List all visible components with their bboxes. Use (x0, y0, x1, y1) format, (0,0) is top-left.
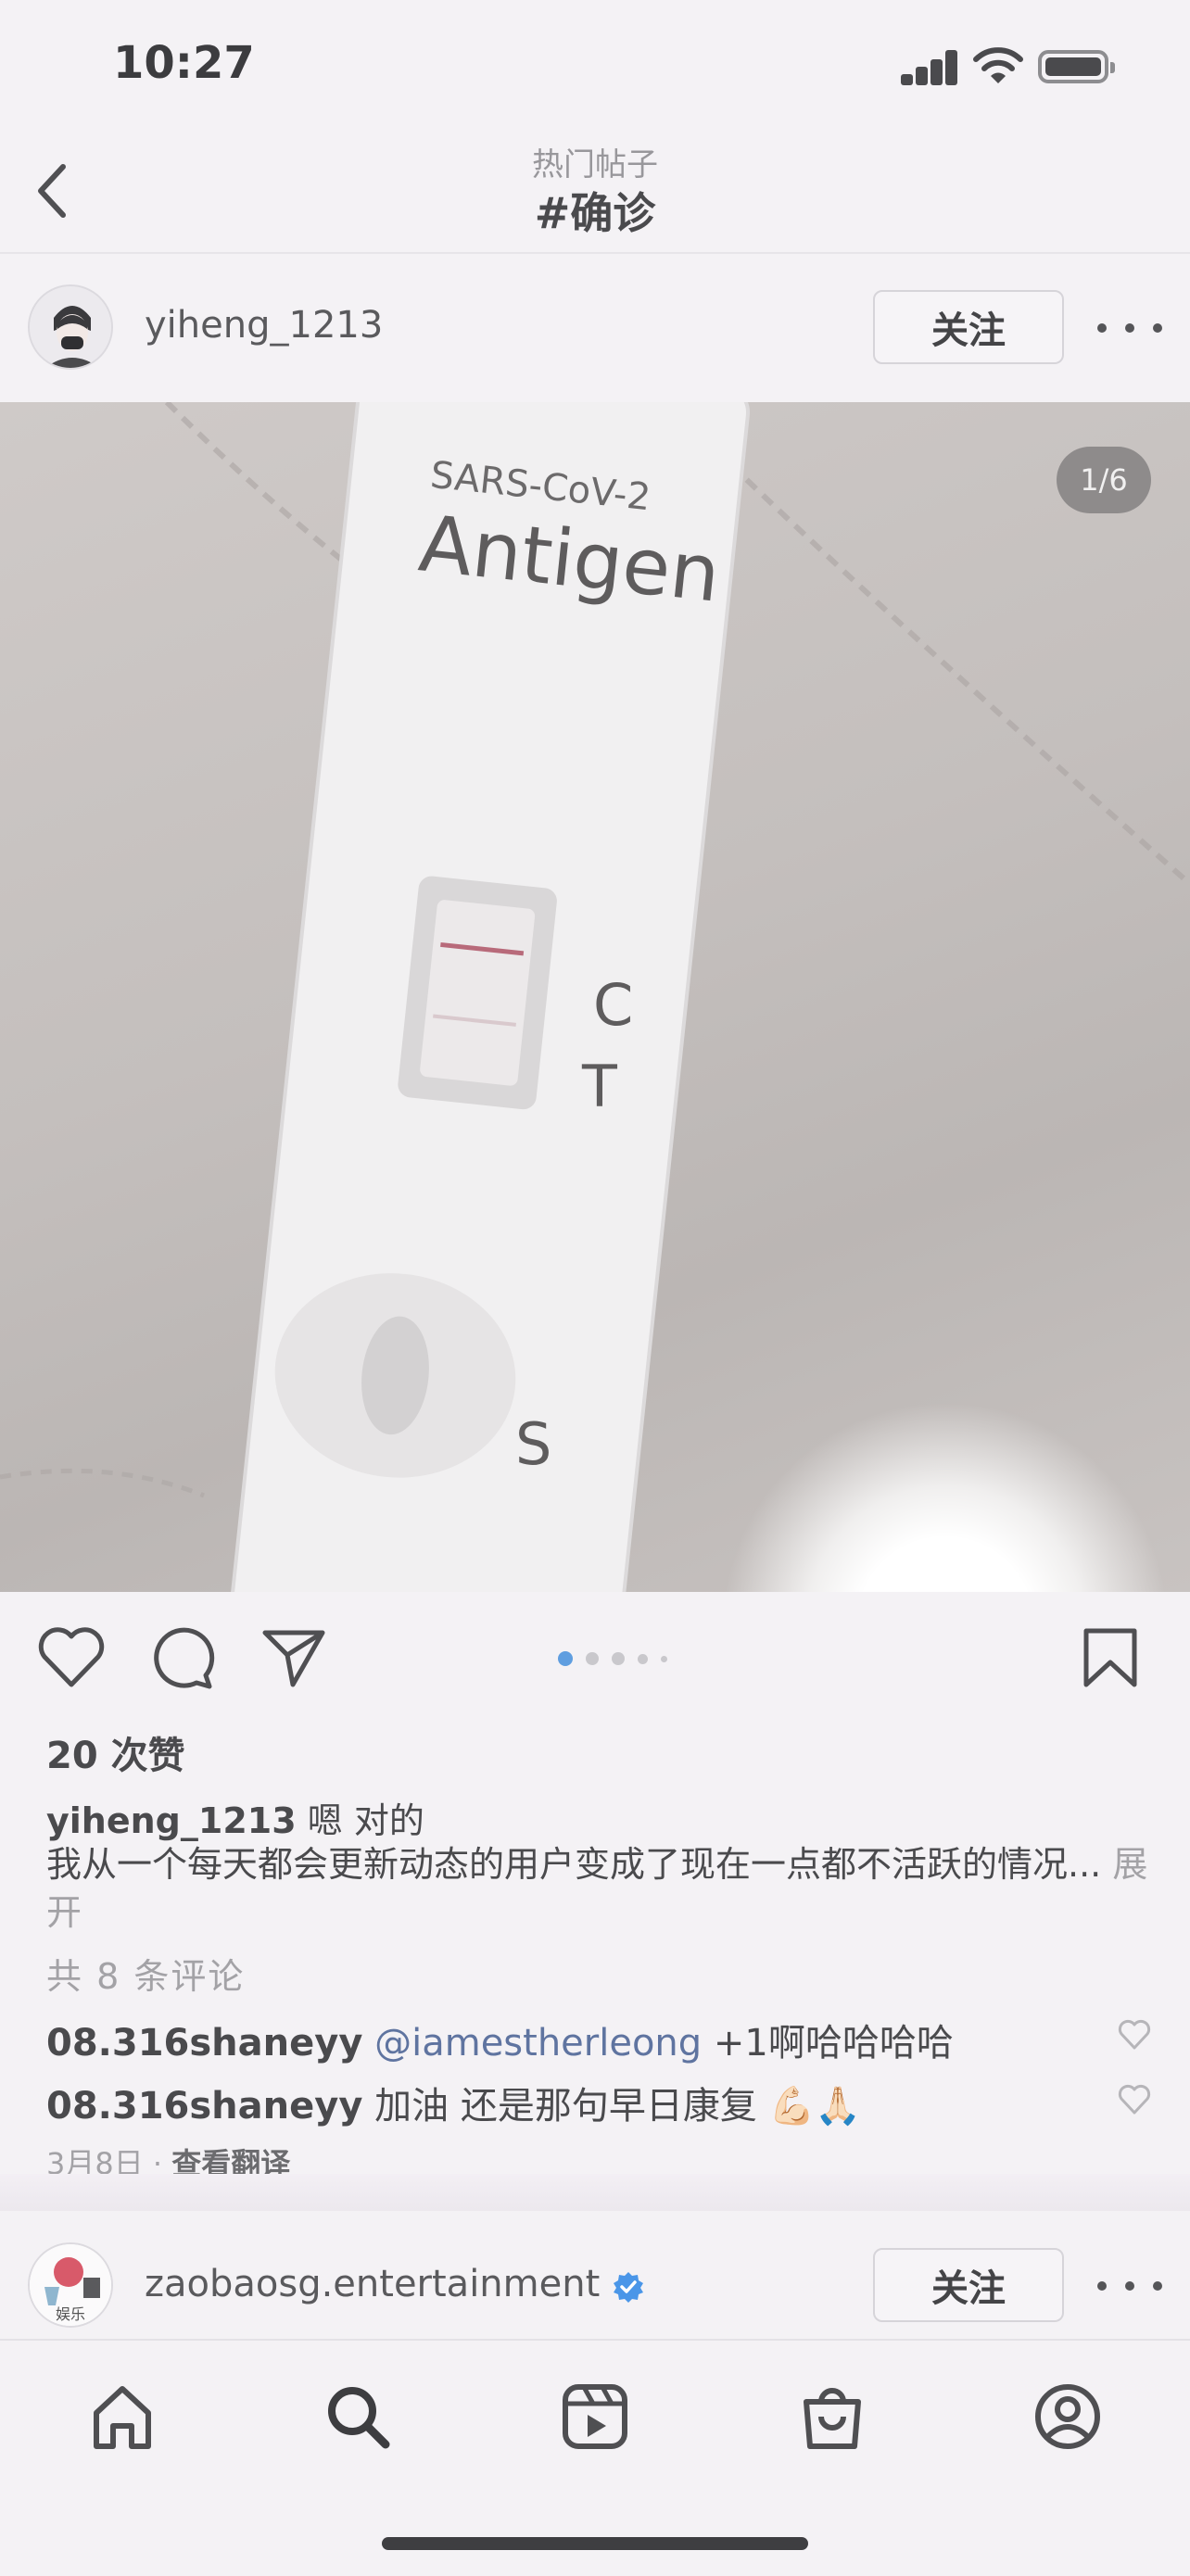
comment-text: 加油 还是那句早日康复 💪🏻🙏🏻 (374, 2085, 862, 2128)
nav-subtitle: 热门帖子 (532, 146, 658, 183)
home-icon[interactable] (85, 2380, 159, 2454)
post-separator (0, 2174, 1190, 2211)
comment-row: 08.316shaneyy @iamestherleong +1啊哈哈哈哈 (46, 2013, 954, 2066)
caption-first-line: yiheng_1213 嗯 对的 (46, 1792, 424, 1843)
comment-username[interactable]: 08.316shaneyy (46, 2022, 362, 2065)
comment-text: +1啊哈哈哈哈 (702, 2022, 954, 2065)
reels-icon[interactable] (558, 2380, 632, 2454)
signal-icon (901, 48, 958, 85)
more-options-icon[interactable] (1097, 309, 1162, 347)
photo-mark-s: S (515, 1410, 552, 1478)
photo-mark-t: T (582, 1053, 617, 1120)
more-options-icon[interactable] (1097, 2267, 1162, 2305)
shop-icon[interactable] (795, 2380, 869, 2454)
page-counter: 1/6 (1057, 447, 1151, 513)
profile-icon[interactable] (1031, 2380, 1105, 2454)
follow-button[interactable]: 关注 (873, 290, 1064, 364)
save-icon[interactable] (1081, 1627, 1140, 1688)
post-username[interactable]: yiheng_1213 (145, 304, 383, 347)
avatar[interactable]: 娱乐 (28, 2242, 113, 2328)
page-title: #确诊 (534, 188, 656, 238)
view-comments-link[interactable]: 共 8 条评论 (46, 1948, 245, 1999)
comment-username[interactable]: 08.316shaneyy (46, 2085, 362, 2128)
share-icon[interactable] (260, 1627, 328, 1688)
home-indicator[interactable] (382, 2537, 808, 2550)
like-icon[interactable] (37, 1627, 106, 1688)
avatar[interactable] (28, 284, 113, 370)
status-time: 10:27 (113, 37, 255, 89)
battery-icon (1038, 50, 1115, 83)
post-photo[interactable]: SARS-CoV-2 Antigen C T S (0, 402, 1190, 1592)
next-post-username[interactable]: zaobaosg.entertainment (145, 2263, 600, 2305)
caption-text: 我从一个每天都会更新动态的用户变成了现在一点都不活跃的情况... (46, 1844, 1102, 1885)
comment-like-icon[interactable] (1118, 2083, 1151, 2116)
search-icon[interactable] (321, 2380, 395, 2454)
comment-row: 08.316shaneyy 加油 还是那句早日康复 💪🏻🙏🏻 (46, 2076, 861, 2129)
wifi-icon (973, 47, 1023, 83)
avatar-label: 娱乐 (56, 2305, 86, 2323)
carousel-dots (558, 1651, 667, 1666)
likes-count[interactable]: 20 次赞 (46, 1725, 185, 1779)
nav-divider (0, 252, 1190, 254)
verified-badge-icon (614, 2272, 643, 2303)
follow-button[interactable]: 关注 (873, 2248, 1064, 2322)
comment-icon[interactable] (148, 1625, 217, 1692)
photo-mark-c: C (593, 971, 634, 1039)
comment-like-icon[interactable] (1118, 2018, 1151, 2052)
caption-username[interactable]: yiheng_1213 (46, 1800, 297, 1841)
caption-first-text: 嗯 对的 (307, 1800, 424, 1841)
comment-mention[interactable]: @iamestherleong (374, 2022, 702, 2065)
caption-body: 我从一个每天都会更新动态的用户变成了现在一点都不活跃的情况... 展开 (46, 1840, 1149, 1937)
